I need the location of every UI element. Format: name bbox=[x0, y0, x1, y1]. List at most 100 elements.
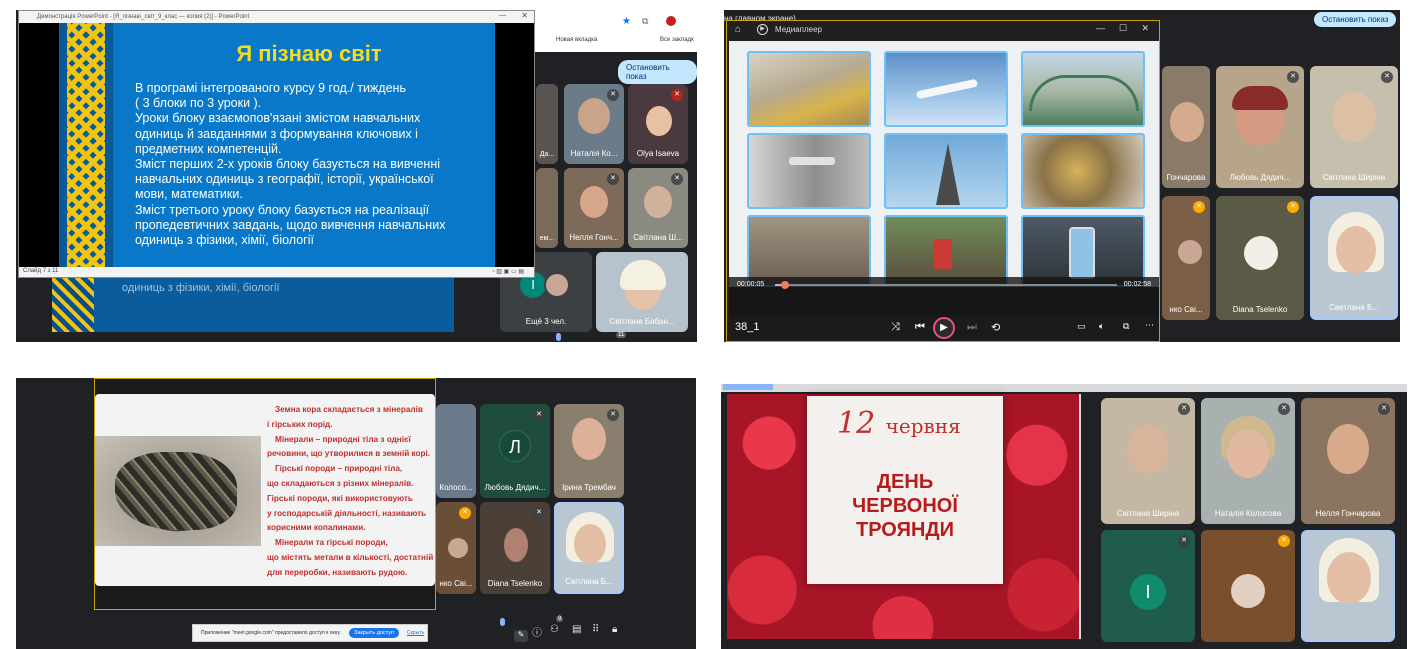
bookmark-star-icon[interactable]: ★ bbox=[622, 16, 631, 27]
slide-line: навчальних одиниць з географії, історії,… bbox=[135, 172, 434, 187]
more-options-icon[interactable]: ⋯ bbox=[1145, 320, 1154, 331]
mic-icon[interactable] bbox=[556, 333, 561, 341]
slide-line: у господарській діяльності, називають bbox=[267, 508, 427, 518]
all-bookmarks[interactable]: Все закладк bbox=[660, 37, 694, 43]
participant-tile: ✕ нко Сві... bbox=[1162, 196, 1210, 320]
meet-window-slide-presentation: одиниць з фізики, хімії, біології Остано… bbox=[16, 10, 697, 342]
rose-card: 12 червня ДЕНЬ ЧЕРВОНОЇ ТРОЯНДИ bbox=[807, 396, 1003, 584]
chat-icon[interactable]: ▤ bbox=[572, 624, 581, 635]
miniplayer-icon[interactable]: ⧉ bbox=[1123, 321, 1129, 332]
participant-tile: ✕ Diana Tselenko bbox=[1216, 196, 1304, 320]
volume-icon[interactable]: 🔈︎ bbox=[1099, 321, 1104, 332]
previous-icon[interactable]: ⏮ bbox=[915, 321, 925, 334]
powerpoint-status-bar: Слайд 7 з 11 ▫ ▥ ▣ ▭ ▤ bbox=[19, 267, 534, 277]
present-icon[interactable]: ✎ bbox=[514, 630, 528, 642]
shuffle-icon[interactable]: ⤨ bbox=[891, 321, 900, 334]
home-icon[interactable]: ⌂ bbox=[735, 24, 741, 35]
play-button[interactable]: ▶ bbox=[933, 317, 955, 339]
maximize-icon[interactable]: ☐ bbox=[1119, 23, 1127, 34]
slide-line: предметних компетенцій. bbox=[135, 141, 282, 156]
mic-off-icon: ✕ bbox=[607, 173, 619, 185]
participant-tile: ✕ Наталія Колосова bbox=[1201, 398, 1295, 524]
new-tab-bookmark[interactable]: Новая вкладка bbox=[556, 37, 597, 43]
host-controls-icon[interactable]: 🔒︎ bbox=[612, 624, 617, 635]
video-thumb-airplane bbox=[884, 51, 1008, 127]
participant-tile: ✕ Світлана Ширіна bbox=[1101, 398, 1195, 524]
subtitles-icon[interactable]: ▭ bbox=[1077, 321, 1086, 332]
airplane-shape bbox=[915, 78, 979, 100]
extension-icon[interactable]: ⧉ bbox=[642, 16, 648, 27]
mic-off-icon: ✕ bbox=[1278, 403, 1290, 415]
browser-window-fragment: ★ ⧉ Новая вкладка Все закладк bbox=[534, 10, 697, 52]
slide-line: пропедевтичних завдань, щодо вивчення на… bbox=[135, 217, 446, 232]
slide-line: що містять метали в кількості, достатній bbox=[267, 552, 434, 562]
participant-tile: ✕ Нелля Гончарова bbox=[1301, 398, 1395, 524]
participant-tile: ✕ Наталія Ко... bbox=[564, 84, 624, 164]
slide-line: Зміст третього уроку блоку базується на … bbox=[135, 202, 430, 217]
slide-line: ( 3 блоки по 3 уроки ). bbox=[135, 96, 262, 111]
media-player-title: Медиаплеер bbox=[775, 25, 822, 34]
stop-sharing-button[interactable]: Закрыть доступ bbox=[349, 628, 400, 638]
info-icon[interactable]: ⓘ bbox=[532, 624, 542, 639]
mic-off-icon: ✕ bbox=[671, 173, 683, 185]
minimize-icon[interactable]: — bbox=[1096, 23, 1105, 33]
phone-shape bbox=[1069, 227, 1095, 279]
hide-banner-link[interactable]: Скрыть bbox=[407, 630, 424, 636]
video-thumb-door-lock bbox=[747, 133, 871, 209]
participant-face bbox=[1327, 552, 1371, 604]
slide-line: Мінерали – природні тіла з однієї bbox=[275, 434, 411, 444]
people-icon[interactable]: ⚇ bbox=[550, 624, 559, 635]
participant-face bbox=[1332, 92, 1376, 142]
participant-tile: ем... bbox=[536, 168, 558, 248]
mic-off-icon: ✕ bbox=[533, 409, 545, 421]
profile-avatar-icon[interactable] bbox=[666, 16, 676, 26]
date-number: 12 bbox=[837, 406, 876, 441]
stop-presentation-button[interactable]: Остановить показ bbox=[618, 60, 697, 84]
mic-off-icon: ✕ bbox=[1178, 403, 1190, 415]
screenshot-collage: одиниць з фізики, хімії, біології Остано… bbox=[0, 0, 1416, 649]
mic-off-icon: ✕ bbox=[1178, 535, 1190, 547]
stop-presentation-button[interactable]: Остановить показ bbox=[1314, 12, 1397, 27]
time-total: 00:02:58 bbox=[1123, 281, 1151, 288]
participant-tile: Л ✕ Любовь Дядич... bbox=[480, 404, 550, 498]
time-current: 00:00:05 bbox=[737, 281, 765, 288]
slide-body: В програмі інтегрованого курсу 9 год./ т… bbox=[135, 81, 485, 248]
minimize-icon[interactable]: — bbox=[499, 12, 506, 19]
seek-handle[interactable] bbox=[781, 281, 790, 289]
mic-off-icon: ✕ bbox=[1287, 201, 1299, 213]
activities-icon[interactable]: ⠿ bbox=[592, 624, 599, 635]
shared-slide-window: Земна кора складається з мінералів і гір… bbox=[94, 378, 436, 610]
participants-badge[interactable]: 11 bbox=[616, 332, 627, 338]
train-shape bbox=[934, 239, 952, 269]
mic-off-icon: ✕ bbox=[607, 89, 619, 101]
rose-day-title: ДЕНЬ ЧЕРВОНОЇ ТРОЯНДИ bbox=[807, 470, 1003, 542]
participant-tile: ✕ Olya Isaeva bbox=[628, 84, 688, 164]
mic-icon[interactable] bbox=[500, 618, 505, 626]
player-controls: 38_1 ⤨ ⏮ ▶ ⏭ ⟲ ▭ 🔈︎ ⧉ ⋯ bbox=[727, 317, 1159, 341]
title-line: ДЕНЬ bbox=[876, 471, 934, 493]
participant-face bbox=[448, 538, 468, 558]
top-strip bbox=[721, 384, 1407, 392]
video-area[interactable] bbox=[729, 41, 1159, 287]
participant-face bbox=[1170, 102, 1204, 142]
close-icon[interactable]: ✕ bbox=[1141, 23, 1149, 34]
participant-face bbox=[1227, 430, 1269, 478]
slide-line: Земна кора складається з мінералів bbox=[275, 405, 423, 414]
sharing-banner-text: Приложение "meet.google.com" предоставил… bbox=[201, 630, 341, 636]
participant-tile-self: Светлана Б... bbox=[1310, 196, 1398, 320]
participant-face bbox=[580, 186, 608, 218]
slide-line: для переробки, називають рудою. bbox=[267, 567, 408, 577]
slide-text-block: Земна кора складається з мінералів і гір… bbox=[267, 403, 437, 581]
participant-tile: ✕ Світлана Ширіна bbox=[1310, 66, 1398, 188]
slide-line: мови, математики. bbox=[135, 187, 243, 202]
media-player-app-icon: ▶ bbox=[757, 24, 768, 35]
next-icon[interactable]: ⏭ bbox=[967, 321, 977, 334]
close-icon[interactable]: ✕ bbox=[521, 11, 528, 20]
title-line: ЧЕРВОНОЇ bbox=[852, 495, 958, 517]
view-buttons[interactable]: ▫ ▥ ▣ ▭ ▤ bbox=[493, 268, 524, 275]
seek-bar[interactable] bbox=[775, 281, 1117, 289]
repeat-icon[interactable]: ⟲ bbox=[991, 321, 1000, 334]
slide-line: Гірські породи – природні тіла, bbox=[275, 464, 403, 474]
participant-avatar bbox=[1244, 236, 1278, 270]
mineral-image bbox=[95, 436, 261, 546]
